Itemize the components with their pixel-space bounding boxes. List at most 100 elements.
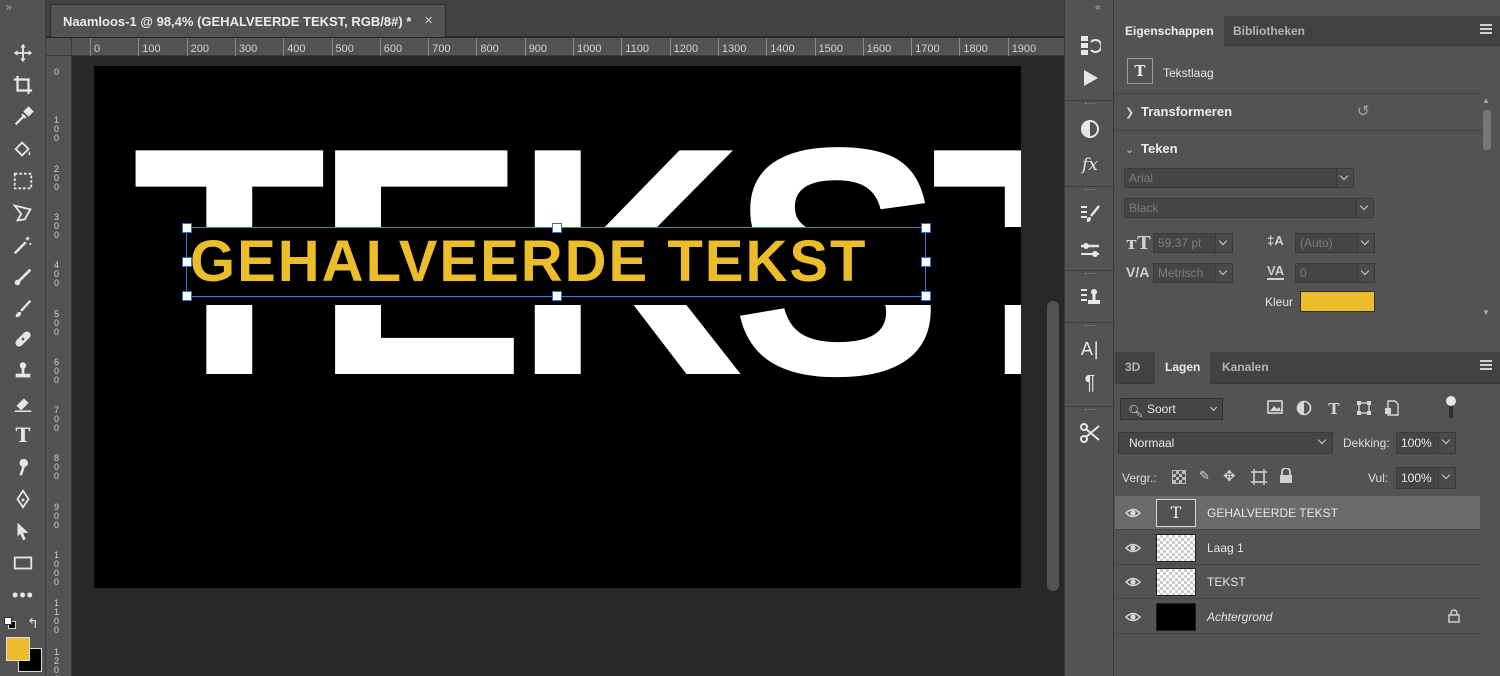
layer-name[interactable]: Laag 1 [1207,541,1244,555]
brush-settings-icon[interactable] [1077,201,1103,227]
more-tools-icon[interactable]: ••• [8,582,38,608]
eraser-tool-icon[interactable] [8,390,38,416]
tab-bibliotheken[interactable]: Bibliotheken [1223,16,1315,46]
properties-panel-menu-icon[interactable] [1480,24,1492,36]
lock-all-icon[interactable] [1279,467,1293,484]
move-tool-icon[interactable] [8,40,38,66]
vertical-scrollbar-thumb[interactable] [1047,301,1059,591]
tab-lagen[interactable]: Lagen [1155,352,1211,384]
font-size-field[interactable]: 59,37 pt [1153,233,1233,253]
actions-play-icon[interactable] [1077,65,1103,91]
layer-filter-toggle[interactable] [1446,396,1456,418]
layer-row[interactable]: T GEHALVEERDE TEKST [1115,496,1480,530]
properties-scrollbar[interactable]: ▲ ▼ [1482,96,1492,320]
character-section-header[interactable]: ⌄ Teken [1125,141,1178,156]
lock-position-icon[interactable]: ✥ [1223,467,1236,485]
tool-presets-icon[interactable] [1077,420,1103,446]
styles-fx-icon[interactable]: fx [1077,152,1103,178]
kerning-select[interactable]: Metrisch [1153,263,1233,283]
eye-icon[interactable] [1124,505,1142,521]
filter-pixel-layers-icon[interactable] [1266,400,1284,418]
layer-name[interactable]: GEHALVEERDE TEKST [1207,506,1338,520]
horizontal-ruler[interactable]: 0 100 200 300 400 500 600 700 800 900 1000 1100 1200… [72,38,1064,56]
transform-handle-bottom-right[interactable] [921,291,931,301]
layer-thumbnail[interactable] [1156,533,1196,562]
layer-name[interactable]: Achtergrond [1207,610,1272,624]
layer-filter-kind-select[interactable]: 🔍︎ Soort [1120,398,1223,420]
paragraph-panel-icon[interactable]: ¶ [1077,370,1103,396]
filter-smart-objects-icon[interactable] [1383,400,1401,418]
transform-handle-bottom[interactable] [552,291,562,301]
tab-3d[interactable]: 3D [1115,352,1150,382]
layer-name[interactable]: TEKST [1207,575,1246,589]
eyedropper-tool-icon[interactable] [8,104,38,130]
leading-field[interactable]: (Auto) [1295,233,1375,253]
tab-kanalen[interactable]: Kanalen [1212,352,1279,382]
brush-tool-icon[interactable] [8,296,38,322]
filter-adjustment-layers-icon[interactable] [1295,400,1313,418]
transform-handle-top-right[interactable] [921,223,931,233]
filter-type-layers-icon[interactable]: T [1325,400,1343,418]
filter-shape-layers-icon[interactable] [1355,400,1373,418]
lock-transparent-pixels-icon[interactable] [1172,470,1186,484]
properties-scrollbar-thumb[interactable] [1483,110,1491,150]
layer-row[interactable]: Achtergrond [1115,600,1480,634]
panel-strip-collapse-button[interactable]: ‹‹ [1095,2,1101,13]
scroll-down-icon[interactable]: ▼ [1482,308,1490,317]
layer-thumbnail[interactable] [1156,602,1196,631]
marquee-tool-icon[interactable] [8,168,38,194]
eye-icon[interactable] [1124,609,1142,625]
eye-icon[interactable] [1124,574,1142,590]
layer-row[interactable]: Laag 1 [1115,531,1480,565]
close-tab-icon[interactable]: × [424,12,433,29]
layer-thumbnail[interactable] [1156,568,1196,596]
lock-artboard-icon[interactable] [1251,469,1267,485]
paint-bucket-tool-icon[interactable] [8,136,38,162]
text-color-swatch[interactable] [1300,291,1375,312]
transform-handle-right[interactable] [921,257,931,267]
reset-transform-icon[interactable]: ↺ [1357,102,1370,120]
scroll-up-icon[interactable]: ▲ [1482,96,1490,105]
lock-icon[interactable] [1448,608,1460,626]
fill-field[interactable]: 100% [1396,467,1456,489]
transform-handle-top[interactable] [552,223,562,233]
clone-source-icon[interactable] [1077,284,1103,310]
smudge-tool-icon[interactable] [8,454,38,480]
character-panel-icon[interactable]: A| [1077,336,1103,362]
document-canvas[interactable]: TEKST GEHALVEERDE TEKST [94,66,1021,588]
pen-tool-icon[interactable] [8,486,38,512]
transform-bounding-box[interactable] [186,227,926,297]
layer-thumbnail[interactable]: T [1156,499,1196,527]
polygonal-lasso-tool-icon[interactable] [8,200,38,226]
tracking-field[interactable]: 0 [1295,263,1375,283]
crop-tool-icon[interactable] [8,72,38,98]
clone-stamp-tool-icon[interactable] [8,358,38,384]
tab-eigenschappen[interactable]: Eigenschappen [1115,16,1224,46]
toolbar-collapse-button[interactable]: ›› [6,2,12,13]
type-tool-icon[interactable]: T [8,422,38,448]
transform-section-header[interactable]: ❯ Transformeren [1125,104,1232,119]
font-style-select[interactable]: Black [1124,198,1374,218]
default-colors-icon[interactable] [4,617,16,629]
layer-row[interactable]: TEKST [1115,565,1480,599]
transform-handle-left[interactable] [182,257,192,267]
lock-image-pixels-icon[interactable]: ✎ [1199,468,1210,484]
magic-wand-tool-icon[interactable] [8,232,38,258]
rectangle-tool-icon[interactable] [8,550,38,576]
vertical-scrollbar[interactable] [1044,56,1064,676]
vertical-ruler[interactable]: 0 100 200 300 400 500 600 700 800 900 1000 1100 1200 [46,56,72,676]
opacity-field[interactable]: 100% [1396,432,1456,454]
document-tab[interactable]: Naamloos-1 @ 98,4% (GEHALVEERDE TEKST, R… [50,4,446,37]
path-selection-tool-icon[interactable] [8,518,38,544]
healing-brush-tool-icon[interactable] [8,264,38,290]
transform-handle-bottom-left[interactable] [182,291,192,301]
eye-icon[interactable] [1124,540,1142,556]
history-panel-icon[interactable] [1077,32,1103,58]
swap-colors-icon[interactable]: ↰ [27,615,39,632]
blend-mode-select[interactable]: Normaal [1118,432,1333,454]
foreground-color-swatch[interactable] [6,637,30,661]
transform-handle-top-left[interactable] [182,223,192,233]
bandage-tool-icon[interactable] [8,326,38,352]
layers-panel-menu-icon[interactable] [1480,360,1492,372]
adjustments-panel-icon[interactable] [1077,116,1103,142]
